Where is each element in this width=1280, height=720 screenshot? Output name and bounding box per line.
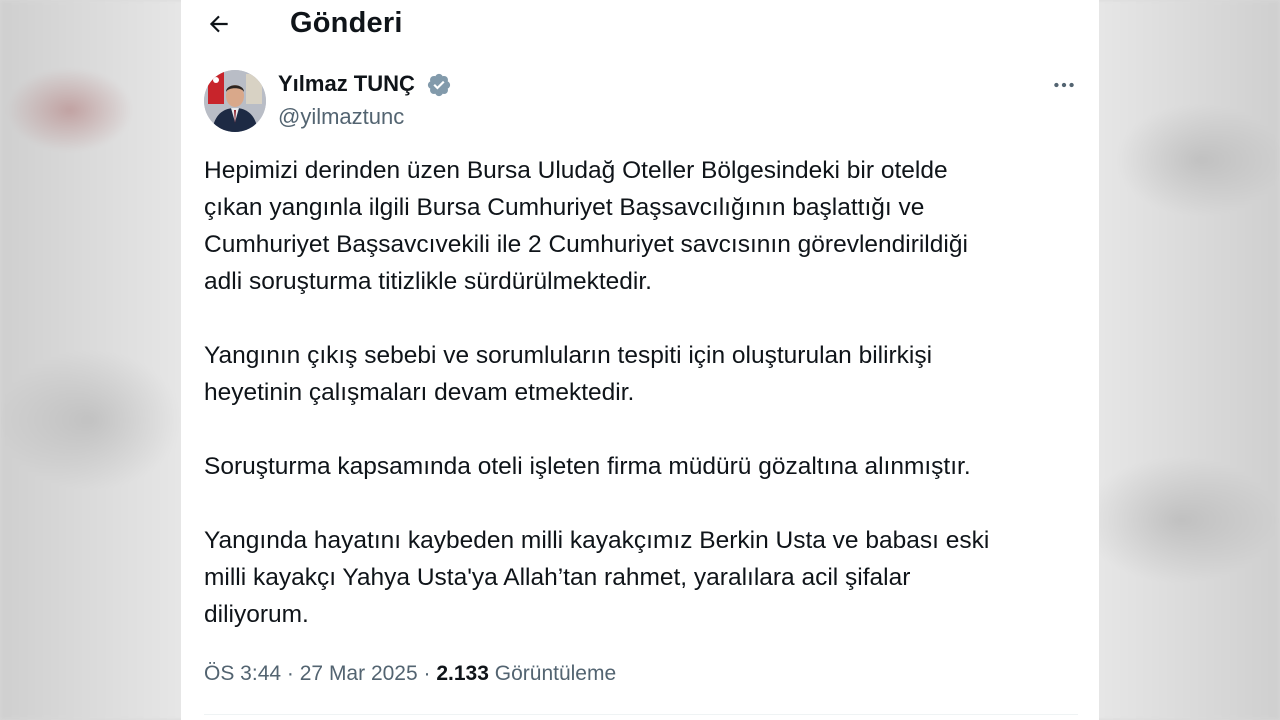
post-paragraph: Yangının çıkış sebebi ve sorumluların te…	[204, 342, 933, 406]
divider	[204, 714, 1078, 715]
post-paragraph: Hepimizi derinden üzen Bursa Uludağ Otel…	[204, 157, 968, 295]
page-header: Gönderi	[181, 0, 1099, 50]
post-paragraph: Soruşturma kapsamında oteli işleten firm…	[204, 453, 971, 480]
post-meta: ÖS 3:44 · 27 Mar 2025 · 2.133 Görüntülem…	[204, 662, 616, 686]
more-options-button[interactable]	[1047, 68, 1081, 102]
page-title: Gönderi	[290, 7, 403, 39]
views-count: 2.133	[436, 662, 489, 685]
arrow-left-icon	[209, 15, 228, 33]
post-panel: Gönderi Yılmaz TUNÇ @yilmaztunc Hepimizi…	[181, 0, 1099, 720]
post-date[interactable]: 27 Mar 2025	[300, 662, 418, 685]
post-time[interactable]: ÖS 3:44	[204, 662, 281, 685]
author-name[interactable]: Yılmaz TUNÇ	[278, 71, 415, 97]
meta-separator: ·	[286, 662, 294, 685]
verified-badge-icon	[427, 73, 451, 97]
views-label: Görüntüleme	[494, 662, 617, 685]
meta-separator: ·	[423, 662, 431, 685]
more-horizontal-icon	[1054, 82, 1074, 88]
back-button[interactable]	[203, 8, 235, 40]
author-handle[interactable]: @yilmaztunc	[278, 104, 404, 130]
author-avatar[interactable]	[204, 70, 266, 132]
post-paragraph: Yangında hayatını kaybeden milli kayakçı…	[204, 527, 990, 628]
post-text: Hepimizi derinden üzen Bursa Uludağ Otel…	[204, 152, 1084, 670]
profile-photo	[204, 70, 266, 132]
